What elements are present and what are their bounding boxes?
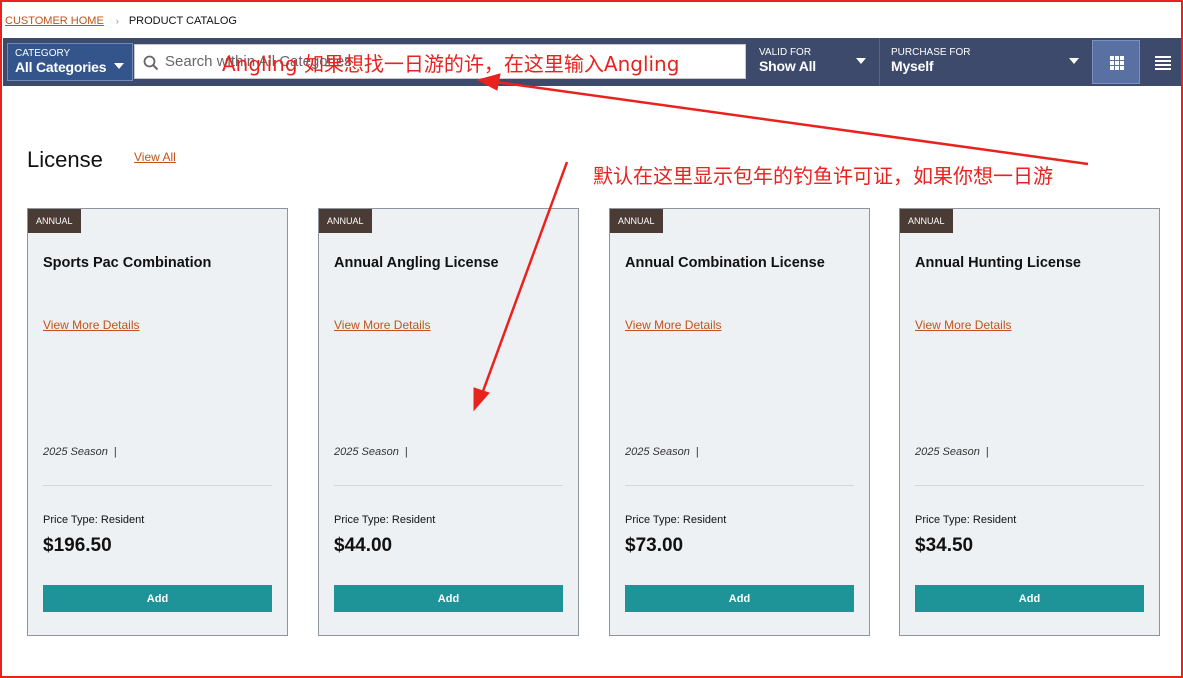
view-all-link[interactable]: View All xyxy=(134,150,176,164)
list-view-button[interactable] xyxy=(1148,40,1178,84)
price: $73.00 xyxy=(625,535,684,556)
purchase-for-dropdown[interactable]: Purchase For Myself xyxy=(884,43,1089,81)
season-label: 2025 Season xyxy=(334,446,399,458)
card-divider xyxy=(915,485,1144,486)
breadcrumb-separator: › xyxy=(115,16,119,26)
valid-for-label: Valid For xyxy=(759,47,812,58)
product-card: Annual Sports Pac Combination View More … xyxy=(27,208,288,636)
annual-badge: Annual xyxy=(28,209,81,233)
breadcrumb-customer-home[interactable]: Customer Home xyxy=(5,15,104,27)
product-title: Sports Pac Combination xyxy=(43,255,212,271)
price-type: Price Type: Resident xyxy=(334,514,436,526)
breadcrumb: Customer Home › Product Catalog xyxy=(5,13,237,29)
price: $34.50 xyxy=(915,535,974,556)
season-text: 2025 Season | xyxy=(625,446,699,458)
purchase-for-value: Myself xyxy=(891,58,934,74)
annual-badge: Annual xyxy=(610,209,663,233)
category-dropdown[interactable]: Category All Categories xyxy=(7,43,133,81)
view-more-details-link[interactable]: View More Details xyxy=(334,318,430,332)
annotation-default-note: 默认在这里显示包年的钓鱼许可证，如果你想一日游 xyxy=(593,164,1053,188)
product-card: Annual Annual Angling License View More … xyxy=(318,208,579,636)
chevron-down-icon xyxy=(1069,58,1079,64)
toolbar-divider xyxy=(879,38,880,86)
product-title: Annual Angling License xyxy=(334,255,499,271)
breadcrumb-product-catalog: Product Catalog xyxy=(128,15,237,27)
add-button[interactable]: Add xyxy=(915,585,1144,612)
add-button[interactable]: Add xyxy=(625,585,854,612)
section-title: License xyxy=(27,147,103,172)
season-label: 2025 Season xyxy=(625,446,690,458)
list-view-icon xyxy=(1155,56,1171,70)
category-label: Category xyxy=(15,48,71,59)
chevron-down-icon xyxy=(114,63,124,69)
price-type: Price Type: Resident xyxy=(915,514,1017,526)
product-card: Annual Annual Combination License View M… xyxy=(609,208,870,636)
search-icon xyxy=(143,55,159,71)
grid-view-icon xyxy=(1110,56,1124,70)
season-text: 2025 Season | xyxy=(915,446,989,458)
grid-view-button[interactable] xyxy=(1092,40,1140,84)
season-separator: | xyxy=(404,446,408,458)
chevron-down-icon xyxy=(856,58,866,64)
add-button[interactable]: Add xyxy=(43,585,272,612)
view-more-details-link[interactable]: View More Details xyxy=(915,318,1011,332)
price: $44.00 xyxy=(334,535,393,556)
card-divider xyxy=(43,485,272,486)
product-title: Annual Combination License xyxy=(625,255,825,271)
view-more-details-link[interactable]: View More Details xyxy=(43,318,139,332)
valid-for-dropdown[interactable]: Valid For Show All xyxy=(752,43,876,81)
season-separator: | xyxy=(695,446,699,458)
annual-badge: Annual xyxy=(900,209,953,233)
add-button[interactable]: Add xyxy=(334,585,563,612)
card-divider xyxy=(334,485,563,486)
arrow-to-search-line xyxy=(495,80,1089,166)
annotation-search-note: Angling 如果想找一日游的许，在这里输入Angling xyxy=(222,52,680,76)
purchase-for-label: Purchase For xyxy=(891,47,971,58)
season-separator: | xyxy=(985,446,989,458)
annual-badge: Annual xyxy=(319,209,372,233)
product-title: Annual Hunting License xyxy=(915,255,1081,271)
product-card: Annual Annual Hunting License View More … xyxy=(899,208,1160,636)
price-type: Price Type: Resident xyxy=(43,514,145,526)
season-label: 2025 Season xyxy=(43,446,108,458)
price: $196.50 xyxy=(43,535,112,556)
season-separator: | xyxy=(113,446,117,458)
view-more-details-link[interactable]: View More Details xyxy=(625,318,721,332)
season-text: 2025 Season | xyxy=(43,446,117,458)
card-divider xyxy=(625,485,854,486)
season-text: 2025 Season | xyxy=(334,446,408,458)
price-type: Price Type: Resident xyxy=(625,514,727,526)
season-label: 2025 Season xyxy=(915,446,980,458)
